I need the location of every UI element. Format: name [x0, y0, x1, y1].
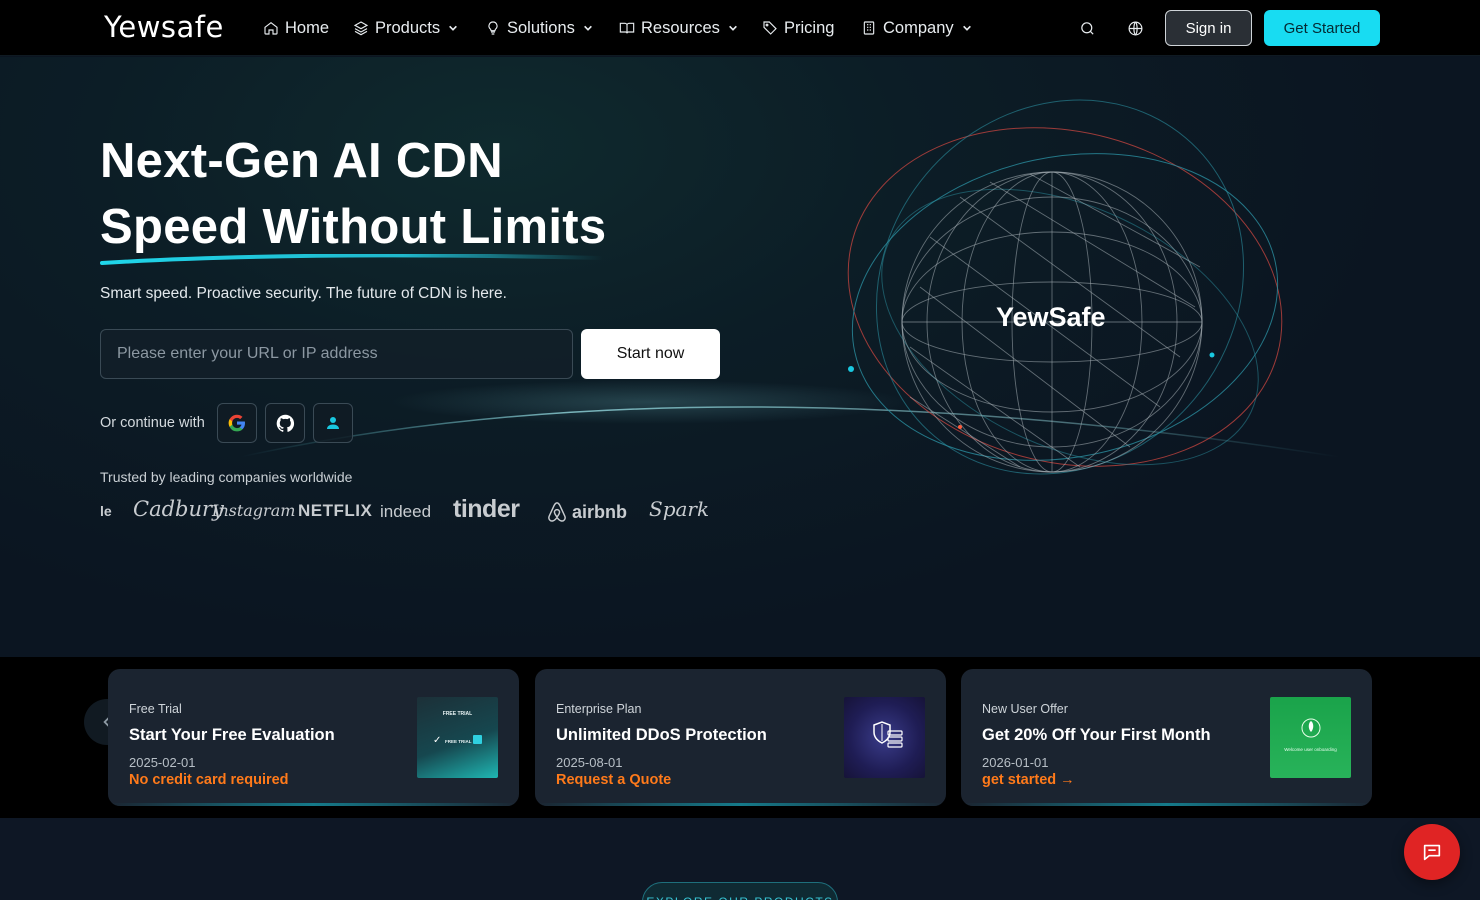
nav-company[interactable]: Company — [861, 17, 972, 39]
nav-company-label: Company — [883, 18, 954, 37]
thumb-welcome-text: Welcome user onboarding — [1284, 747, 1337, 752]
nav-solutions[interactable]: Solutions — [485, 17, 593, 39]
top-navbar: Yewsafe Home Products Solutions Resource… — [0, 0, 1480, 56]
promo-progress-bar — [535, 803, 946, 806]
promo-thumbnail-free-trial: FREE TRIAL ✓ FREE TRIAL — [417, 697, 498, 778]
hero-title-line2: Speed Without Limits — [100, 200, 607, 254]
promo-strip: Free Trial Start Your Free Evaluation 20… — [0, 657, 1480, 818]
products-section: EXPLORE OUR PRODUCTS — [0, 818, 1480, 900]
brand-logo-airbnb: airbnb — [546, 500, 627, 524]
url-input[interactable] — [100, 329, 573, 379]
promo-date: 2025-08-01 — [556, 755, 623, 770]
promo-link[interactable]: Request a Quote — [556, 772, 671, 788]
google-icon — [228, 414, 245, 432]
nav-resources[interactable]: Resources — [619, 17, 738, 39]
airbnb-label: airbnb — [572, 501, 628, 522]
search-icon — [1080, 21, 1094, 35]
promo-title: Get 20% Off Your First Month — [982, 726, 1211, 744]
nav-products[interactable]: Products — [353, 17, 458, 39]
hero-section: YewSafe Next-Gen AI CDN Speed Without Li… — [0, 57, 1480, 657]
promo-link[interactable]: No credit card required — [129, 772, 289, 788]
gift-icon — [473, 735, 482, 744]
language-button[interactable] — [1124, 17, 1146, 39]
shield-server-icon — [873, 721, 903, 748]
promo-title: Unlimited DDoS Protection — [556, 726, 767, 744]
brand-logo-cadbury: Cadbury — [133, 497, 224, 521]
promo-tag: Enterprise Plan — [556, 702, 642, 716]
brand-logo-instagram: Instagram — [212, 501, 296, 520]
tag-icon — [763, 21, 777, 35]
nav-solutions-label: Solutions — [507, 18, 575, 37]
promo-progress-bar — [108, 803, 519, 806]
brand-logo-partial: le — [100, 503, 112, 519]
nav-products-label: Products — [375, 18, 441, 37]
promo-date: 2026-01-01 — [982, 755, 1049, 770]
brand-logo-spark: Spark — [649, 497, 710, 521]
chat-button[interactable] — [1404, 824, 1460, 880]
check-icon: ✓ — [433, 735, 442, 746]
brand-logo-indeed: indeed — [380, 502, 432, 521]
search-button[interactable] — [1076, 17, 1098, 39]
promo-title: Start Your Free Evaluation — [129, 726, 335, 744]
account-login-button[interactable] — [313, 403, 353, 443]
airbnb-icon — [548, 502, 566, 522]
promo-date: 2025-02-01 — [129, 755, 196, 770]
google-login-button[interactable] — [217, 403, 257, 443]
promo-link[interactable]: get started → — [982, 772, 1075, 788]
hero-subtitle: Smart speed. Proactive security. The fut… — [100, 285, 507, 302]
thumb-text-top: FREE TRIAL — [442, 711, 473, 717]
building-icon — [863, 21, 875, 35]
nav-resources-label: Resources — [641, 18, 720, 37]
book-icon — [619, 22, 635, 34]
sign-in-button[interactable]: Sign in — [1165, 10, 1252, 46]
chevron-down-icon — [962, 25, 971, 31]
title-underline — [100, 254, 605, 265]
get-started-button[interactable]: Get Started — [1264, 10, 1380, 46]
promo-tag: Free Trial — [129, 702, 182, 716]
nav-pricing-label: Pricing — [784, 18, 835, 37]
github-login-button[interactable] — [265, 403, 305, 443]
nav-home-label: Home — [285, 18, 330, 37]
user-icon — [327, 417, 339, 429]
github-icon — [276, 414, 294, 432]
layers-icon — [353, 21, 369, 36]
promo-card-free-trial[interactable]: Free Trial Start Your Free Evaluation 20… — [108, 669, 519, 806]
chevron-down-icon — [583, 25, 592, 31]
nav-home[interactable]: Home — [263, 17, 329, 39]
promo-card-enterprise[interactable]: Enterprise Plan Unlimited DDoS Protectio… — [535, 669, 946, 806]
chevron-down-icon — [449, 25, 458, 31]
globe-label: YewSafe — [996, 302, 1106, 332]
continue-with-label: Or continue with — [100, 415, 205, 431]
home-icon — [264, 21, 278, 35]
globe-icon — [1128, 21, 1142, 35]
explore-products-pill: EXPLORE OUR PRODUCTS — [642, 882, 838, 900]
promo-tag: New User Offer — [982, 702, 1068, 716]
promo-progress-bar — [961, 803, 1372, 806]
promo-thumbnail-welcome: Welcome user onboarding — [1270, 697, 1351, 778]
rocket-icon — [1301, 718, 1321, 738]
brand-logo-netflix: NETFLIX — [298, 501, 373, 520]
start-now-button[interactable]: Start now — [581, 329, 720, 379]
chevron-down-icon — [728, 25, 737, 31]
promo-thumbnail-ddos — [844, 697, 925, 778]
trusted-label: Trusted by leading companies worldwide — [100, 469, 353, 485]
chat-icon — [1423, 844, 1441, 861]
lightbulb-icon — [488, 21, 498, 35]
logo[interactable]: Yewsafe — [104, 10, 224, 44]
brand-logo-tinder: tinder — [453, 495, 520, 523]
promo-card-new-user[interactable]: New User Offer Get 20% Off Your First Mo… — [961, 669, 1372, 806]
nav-pricing[interactable]: Pricing — [762, 17, 834, 39]
thumb-text-mid: FREE TRIAL — [445, 739, 472, 744]
hero-title-line1: Next-Gen AI CDN — [100, 134, 503, 188]
